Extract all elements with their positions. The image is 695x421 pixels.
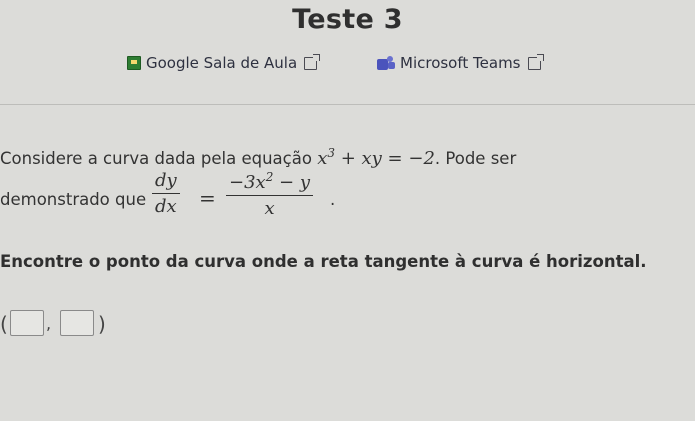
problem-intro: Considere a curva dada pela equação — [0, 149, 312, 168]
microsoft-teams-label: Microsoft Teams — [400, 54, 521, 72]
answer-y-input[interactable] — [60, 310, 94, 336]
curve-equation: x3 + xy = −2 — [317, 146, 435, 169]
derivative-fraction: dy dx — [152, 170, 180, 217]
links-bar: Google Sala de Aula Microsoft Teams — [0, 53, 695, 78]
equals-sign: = — [199, 186, 216, 210]
derivative-expression: −3x2 − y x — [226, 170, 314, 219]
google-classroom-label: Google Sala de Aula — [146, 54, 298, 72]
problem-line2-text: demonstrado que — [0, 190, 147, 209]
answer-point: ( , ) — [0, 308, 140, 342]
microsoft-teams-link[interactable]: Microsoft Teams — [377, 53, 544, 72]
page-title: Teste 3 — [292, 4, 403, 35]
answer-x-input[interactable] — [10, 310, 44, 336]
problem-intro-end: . Pode ser — [434, 149, 517, 168]
question-text: Encontre o ponto da curva onde a reta ta… — [0, 252, 647, 271]
problem-line2-end: . — [330, 190, 336, 209]
section-divider — [0, 104, 695, 105]
close-paren: ) — [98, 312, 106, 336]
open-paren: ( — [0, 312, 8, 336]
external-link-icon — [304, 53, 321, 70]
microsoft-teams-icon — [377, 56, 395, 70]
comma-separator: , — [46, 314, 52, 333]
google-classroom-icon — [127, 56, 141, 70]
external-link-icon — [527, 53, 544, 70]
google-classroom-link[interactable]: Google Sala de Aula — [127, 53, 321, 72]
problem-statement-line2: demonstrado que dy dx = −3x2 − y x . — [0, 168, 690, 228]
